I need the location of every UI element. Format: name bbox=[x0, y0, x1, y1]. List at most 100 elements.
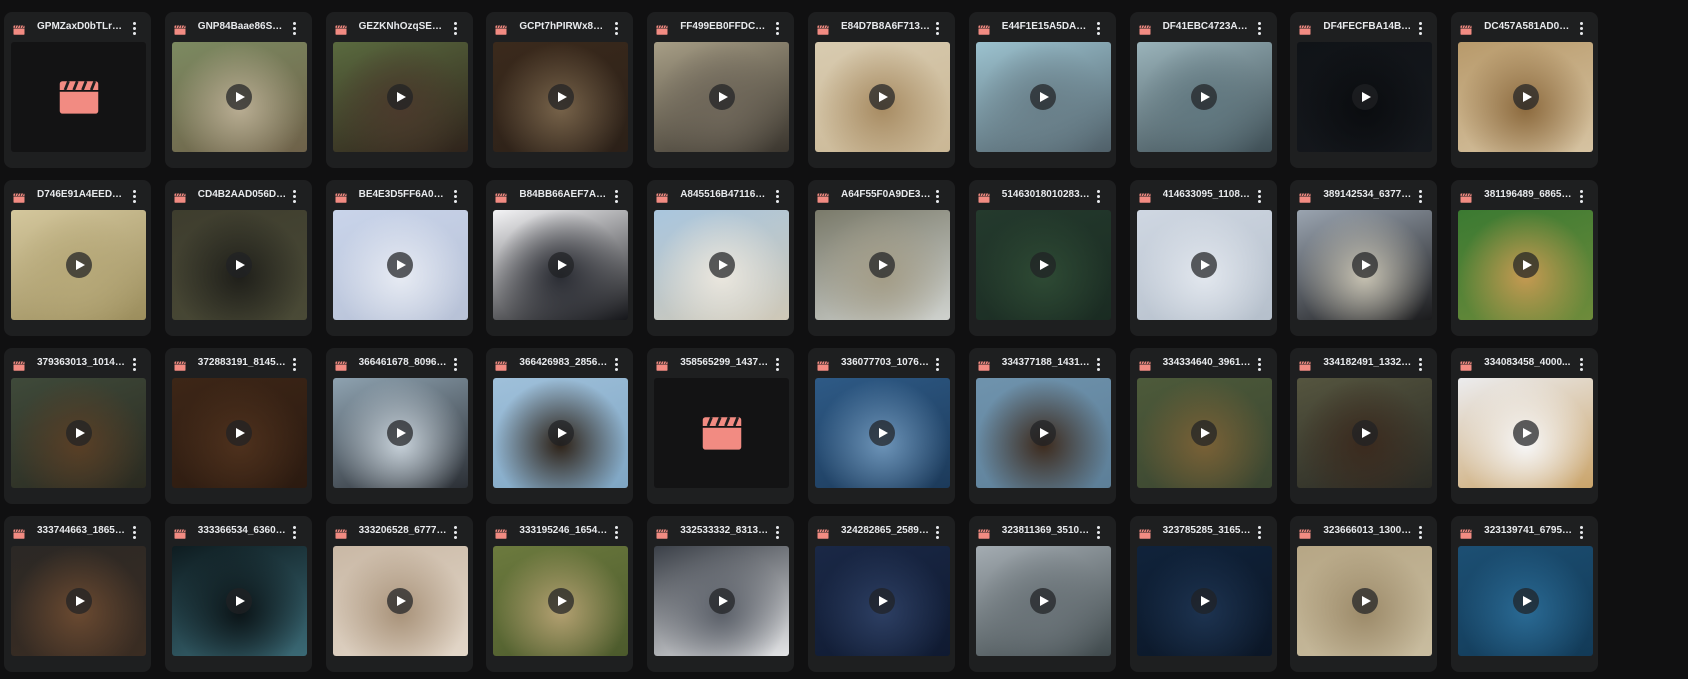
more-vert-icon[interactable] bbox=[770, 188, 784, 204]
more-vert-icon[interactable] bbox=[1253, 20, 1267, 36]
video-thumbnail[interactable] bbox=[493, 546, 629, 656]
play-icon[interactable] bbox=[1191, 420, 1218, 446]
media-card[interactable]: A64F55F0A9DE36... bbox=[807, 180, 955, 336]
play-icon[interactable] bbox=[547, 84, 574, 110]
play-icon[interactable] bbox=[547, 420, 574, 446]
video-thumbnail[interactable] bbox=[975, 546, 1111, 656]
video-thumbnail[interactable] bbox=[11, 210, 146, 320]
more-vert-icon[interactable] bbox=[770, 356, 784, 372]
more-vert-icon[interactable] bbox=[931, 188, 945, 204]
media-card[interactable]: 334377188_143146... bbox=[968, 348, 1116, 504]
play-icon[interactable] bbox=[547, 252, 574, 278]
video-thumbnail[interactable] bbox=[1136, 42, 1272, 152]
play-icon[interactable] bbox=[387, 252, 414, 278]
media-card[interactable]: GNP84Baae86S7r... bbox=[164, 12, 312, 168]
video-thumbnail[interactable] bbox=[1297, 210, 1433, 320]
play-icon[interactable] bbox=[1191, 252, 1218, 278]
video-thumbnail[interactable] bbox=[493, 378, 629, 488]
more-vert-icon[interactable] bbox=[770, 20, 784, 36]
media-card[interactable]: 381196489_68653... bbox=[1451, 180, 1599, 336]
video-thumbnail[interactable] bbox=[1136, 210, 1272, 320]
play-icon[interactable] bbox=[226, 84, 253, 110]
media-card[interactable]: 389142534_63772... bbox=[1290, 180, 1438, 336]
play-icon[interactable] bbox=[1512, 84, 1539, 110]
video-thumbnail[interactable] bbox=[1458, 42, 1594, 152]
more-vert-icon[interactable] bbox=[931, 356, 945, 372]
more-vert-icon[interactable] bbox=[127, 356, 141, 372]
media-card[interactable]: 379363013_10146... bbox=[4, 348, 151, 504]
media-card[interactable]: BE4E3D5FF6A0C7... bbox=[325, 180, 473, 336]
video-thumbnail[interactable] bbox=[171, 42, 307, 152]
more-vert-icon[interactable] bbox=[770, 524, 784, 540]
media-card[interactable]: 333366534_63601... bbox=[164, 516, 312, 672]
video-thumbnail[interactable] bbox=[1136, 378, 1272, 488]
more-vert-icon[interactable] bbox=[1574, 188, 1588, 204]
play-icon[interactable] bbox=[1191, 588, 1218, 614]
video-thumbnail[interactable] bbox=[814, 42, 950, 152]
play-icon[interactable] bbox=[1030, 252, 1057, 278]
video-thumbnail[interactable] bbox=[332, 546, 468, 656]
play-icon[interactable] bbox=[1030, 84, 1057, 110]
play-icon[interactable] bbox=[1351, 84, 1378, 110]
video-thumbnail[interactable] bbox=[654, 210, 790, 320]
more-vert-icon[interactable] bbox=[1413, 20, 1427, 36]
media-card[interactable]: 366461678_80962... bbox=[325, 348, 473, 504]
video-thumbnail[interactable] bbox=[1458, 378, 1594, 488]
more-vert-icon[interactable] bbox=[609, 356, 623, 372]
more-vert-icon[interactable] bbox=[1092, 188, 1106, 204]
more-vert-icon[interactable] bbox=[1413, 356, 1427, 372]
video-thumbnail[interactable] bbox=[493, 210, 629, 320]
media-card[interactable]: 323785285_31652... bbox=[1129, 516, 1277, 672]
video-thumbnail[interactable] bbox=[11, 378, 146, 488]
more-vert-icon[interactable] bbox=[1253, 356, 1267, 372]
media-card[interactable]: 372883191_814557... bbox=[164, 348, 312, 504]
more-vert-icon[interactable] bbox=[1253, 524, 1267, 540]
play-icon[interactable] bbox=[1191, 84, 1218, 110]
video-thumbnail[interactable] bbox=[654, 546, 790, 656]
video-thumbnail[interactable] bbox=[1458, 546, 1594, 656]
video-thumbnail[interactable] bbox=[1136, 546, 1272, 656]
media-card[interactable]: 334334640_39617... bbox=[1129, 348, 1277, 504]
more-vert-icon[interactable] bbox=[1413, 524, 1427, 540]
play-icon[interactable] bbox=[226, 420, 253, 446]
media-card[interactable]: 324282865_25892... bbox=[807, 516, 955, 672]
video-thumbnail[interactable] bbox=[814, 546, 950, 656]
media-card[interactable]: B84BB66AEF7AC8... bbox=[486, 180, 634, 336]
media-card[interactable]: 514630180102837... bbox=[968, 180, 1116, 336]
play-icon[interactable] bbox=[1030, 588, 1057, 614]
video-thumbnail[interactable] bbox=[171, 210, 307, 320]
video-thumbnail[interactable] bbox=[1297, 378, 1433, 488]
video-thumbnail[interactable] bbox=[332, 210, 468, 320]
media-card[interactable]: DC457A581AD0C... bbox=[1451, 12, 1599, 168]
video-placeholder[interactable] bbox=[11, 42, 146, 152]
media-card[interactable]: 332533332_83139... bbox=[647, 516, 795, 672]
video-thumbnail[interactable] bbox=[332, 42, 468, 152]
play-icon[interactable] bbox=[708, 252, 735, 278]
media-card[interactable]: 366426983_28565... bbox=[486, 348, 634, 504]
more-vert-icon[interactable] bbox=[1574, 20, 1588, 36]
media-card[interactable]: E84D7B8A6F71331... bbox=[807, 12, 955, 168]
media-card[interactable]: FF499EB0FFDC74... bbox=[647, 12, 795, 168]
more-vert-icon[interactable] bbox=[1574, 524, 1588, 540]
video-thumbnail[interactable] bbox=[814, 210, 950, 320]
media-card[interactable]: GEZKNhOzqSEme... bbox=[325, 12, 473, 168]
play-icon[interactable] bbox=[547, 588, 574, 614]
play-icon[interactable] bbox=[1512, 252, 1539, 278]
play-icon[interactable] bbox=[387, 420, 414, 446]
more-vert-icon[interactable] bbox=[1092, 356, 1106, 372]
media-card[interactable]: 334083458_4000... bbox=[1451, 348, 1599, 504]
more-vert-icon[interactable] bbox=[449, 188, 463, 204]
play-icon[interactable] bbox=[65, 420, 92, 446]
play-icon[interactable] bbox=[708, 84, 735, 110]
play-icon[interactable] bbox=[869, 588, 896, 614]
more-vert-icon[interactable] bbox=[449, 20, 463, 36]
play-icon[interactable] bbox=[65, 252, 92, 278]
media-card[interactable]: 334182491_133257... bbox=[1290, 348, 1438, 504]
media-card[interactable]: 333744663_18653... bbox=[4, 516, 151, 672]
more-vert-icon[interactable] bbox=[1413, 188, 1427, 204]
more-vert-icon[interactable] bbox=[288, 20, 302, 36]
media-card[interactable]: D746E91A4EED99... bbox=[4, 180, 151, 336]
play-icon[interactable] bbox=[869, 420, 896, 446]
more-vert-icon[interactable] bbox=[1574, 356, 1588, 372]
more-vert-icon[interactable] bbox=[609, 20, 623, 36]
